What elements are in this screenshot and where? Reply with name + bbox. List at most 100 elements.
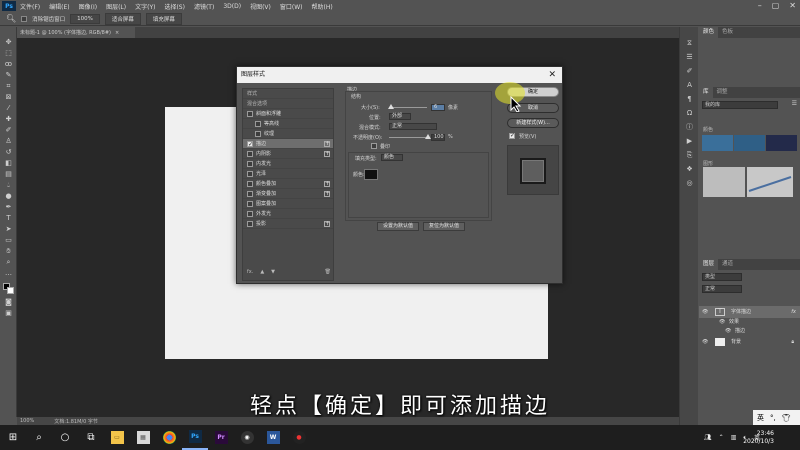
menu-layer[interactable]: 图层(L) xyxy=(106,2,126,11)
info-panel-icon[interactable]: ⓘ xyxy=(685,123,694,131)
glyphs-panel-icon[interactable]: Ω xyxy=(685,109,694,117)
styles-panel-icon[interactable]: ❖ xyxy=(685,165,694,173)
gradient-tool-icon[interactable]: ▤ xyxy=(4,171,13,178)
minimize-icon[interactable]: – xyxy=(758,1,762,10)
photoshop-logo-icon[interactable]: Ps xyxy=(2,1,16,11)
new-style-button[interactable]: 新建样式(W)... xyxy=(507,118,559,128)
lasso-tool-icon[interactable]: ꝏ xyxy=(4,61,13,68)
recorder-icon[interactable]: ● xyxy=(286,425,312,450)
background-color-swatch[interactable] xyxy=(7,287,14,294)
start-button-icon[interactable]: ⊞ xyxy=(0,425,26,450)
eyedropper-tool-icon[interactable]: ⁄ xyxy=(4,105,13,112)
fit-screen-button[interactable]: 适合屏幕 xyxy=(104,12,141,25)
path-select-tool-icon[interactable]: ➤ xyxy=(4,226,13,233)
actions-panel-icon[interactable]: ▶ xyxy=(685,137,694,145)
style-item-checkbox[interactable] xyxy=(247,151,253,157)
style-item[interactable]: 斜面和浮雕 xyxy=(243,109,333,119)
properties-panel-icon[interactable]: ☰ xyxy=(685,53,694,61)
style-item[interactable]: 投影 + xyxy=(243,219,333,229)
style-item-checkbox[interactable] xyxy=(247,181,253,187)
position-select[interactable]: 外部 xyxy=(389,113,411,120)
style-item-checkbox[interactable] xyxy=(247,161,253,167)
menu-type[interactable]: 文字(Y) xyxy=(135,2,155,11)
obs-icon[interactable]: ◉ xyxy=(234,425,260,450)
image-viewer-icon[interactable]: ▦ xyxy=(130,425,156,450)
menu-help[interactable]: 帮助(H) xyxy=(312,2,333,11)
size-slider-thumb[interactable] xyxy=(388,104,394,109)
scroll-all-windows-checkbox[interactable] xyxy=(21,15,28,22)
style-item-checkbox[interactable] xyxy=(255,131,261,137)
dodge-tool-icon[interactable]: ● xyxy=(4,193,13,200)
file-explorer-icon[interactable]: ▭ xyxy=(104,425,130,450)
people-icon[interactable]: 👥︎ xyxy=(704,434,712,441)
document-tab[interactable]: 未标题-1 @ 100% (字体描边, RGB/8#) × xyxy=(17,27,135,38)
stroke-color-swatch[interactable] xyxy=(364,169,378,180)
style-list-blending-options[interactable]: 混合选项 xyxy=(243,99,333,109)
style-item-checkbox[interactable] xyxy=(247,221,253,227)
style-item[interactable]: 等高线 xyxy=(243,119,333,129)
library-graphic-thumb[interactable] xyxy=(747,167,793,197)
stroke-effect-eye-icon[interactable]: 👁︎ xyxy=(725,327,731,336)
menu-image[interactable]: 图像(I) xyxy=(79,2,97,11)
word-icon[interactable]: W xyxy=(260,425,286,450)
history-panel-icon[interactable]: ⧖ xyxy=(685,39,694,47)
layer-fx-icon[interactable]: fx xyxy=(791,306,796,318)
pen-tool-icon[interactable]: ✒ xyxy=(4,204,13,211)
tab-libraries[interactable]: 库 xyxy=(699,87,713,98)
layer-row-background[interactable]: 👁︎ 背景 🔒︎ xyxy=(699,336,800,348)
tab-channels[interactable]: 通道 xyxy=(718,259,737,270)
frame-tool-icon[interactable]: ⊠ xyxy=(4,94,13,101)
style-item-checkbox[interactable] xyxy=(247,111,253,117)
menu-filter[interactable]: 滤镜(T) xyxy=(194,2,214,11)
taskbar-clock[interactable]: 23:46 2020/10/3 xyxy=(743,430,774,446)
clone-stamp-tool-icon[interactable]: ♙ xyxy=(4,138,13,145)
clone-source-panel-icon[interactable]: ⎘ xyxy=(685,151,694,159)
library-color-swatch[interactable] xyxy=(766,135,797,151)
style-item[interactable]: 描边 + xyxy=(243,139,333,150)
tab-close-icon[interactable]: × xyxy=(115,30,119,36)
crop-tool-icon[interactable]: ⌗ xyxy=(4,83,13,90)
add-effect-icon[interactable]: + xyxy=(324,221,330,227)
menu-window[interactable]: 窗口(W) xyxy=(280,2,303,11)
fx-menu-icon[interactable]: fx. xyxy=(247,269,253,277)
task-view-icon[interactable]: ⧉ xyxy=(78,425,104,450)
close-window-icon[interactable]: ✕ xyxy=(789,1,796,10)
menu-edit[interactable]: 编辑(E) xyxy=(49,2,69,11)
visibility-eye-icon[interactable]: 👁︎ xyxy=(702,336,708,348)
blend-mode-dropdown[interactable]: 正常 xyxy=(389,123,437,130)
hand-tool-icon[interactable]: ✋︎ xyxy=(4,248,13,255)
tab-adjustments[interactable]: 调整 xyxy=(713,87,732,98)
add-effect-icon[interactable]: + xyxy=(324,141,330,147)
style-item-checkbox[interactable] xyxy=(247,191,253,197)
effects-eye-icon[interactable]: 👁︎ xyxy=(719,318,725,327)
zoom-tool-icon[interactable]: 🔍︎ xyxy=(6,14,16,23)
move-up-icon[interactable]: ▲ xyxy=(260,269,264,277)
style-item[interactable]: 内阴影 + xyxy=(243,149,333,159)
tab-layers[interactable]: 图层 xyxy=(699,259,719,270)
style-item-checkbox[interactable] xyxy=(247,171,253,177)
delete-effect-icon[interactable]: 🗑︎ xyxy=(325,269,331,277)
screen-mode-icon[interactable]: ▣ xyxy=(4,310,13,317)
blend-mode-select[interactable]: 正常 xyxy=(702,285,742,293)
preview-checkbox[interactable] xyxy=(509,132,515,139)
marquee-tool-icon[interactable]: ⬚ xyxy=(4,50,13,57)
style-item-checkbox[interactable] xyxy=(247,140,253,150)
opacity-input[interactable]: 100 xyxy=(431,134,445,141)
chevron-up-icon[interactable]: ⌃ xyxy=(719,434,724,441)
quick-mask-icon[interactable]: ◙ xyxy=(4,299,13,306)
layer-row-text[interactable]: 👁︎ T 字体描边 fx xyxy=(699,306,800,318)
style-item[interactable]: 图案叠加 xyxy=(243,199,333,209)
size-slider-track[interactable] xyxy=(389,107,427,108)
fill-screen-button[interactable]: 填充屏幕 xyxy=(145,12,182,25)
menu-3d[interactable]: 3D(D) xyxy=(223,3,241,10)
channels-panel-icon[interactable]: ◎ xyxy=(685,179,694,187)
brush-panel-icon[interactable]: ✐ xyxy=(685,67,694,75)
blur-tool-icon[interactable]: 💧︎ xyxy=(4,182,13,189)
brush-tool-icon[interactable]: ✐ xyxy=(4,127,13,134)
overprint-checkbox[interactable] xyxy=(371,143,377,149)
type-tool-icon[interactable]: T xyxy=(4,215,13,222)
tab-swatches[interactable]: 色板 xyxy=(718,27,737,38)
ime-indicator[interactable]: 英 °, 👕︎ xyxy=(753,410,800,425)
fill-type-select[interactable]: 颜色 xyxy=(381,154,403,161)
reset-default-button[interactable]: 复位为默认值 xyxy=(423,222,465,231)
